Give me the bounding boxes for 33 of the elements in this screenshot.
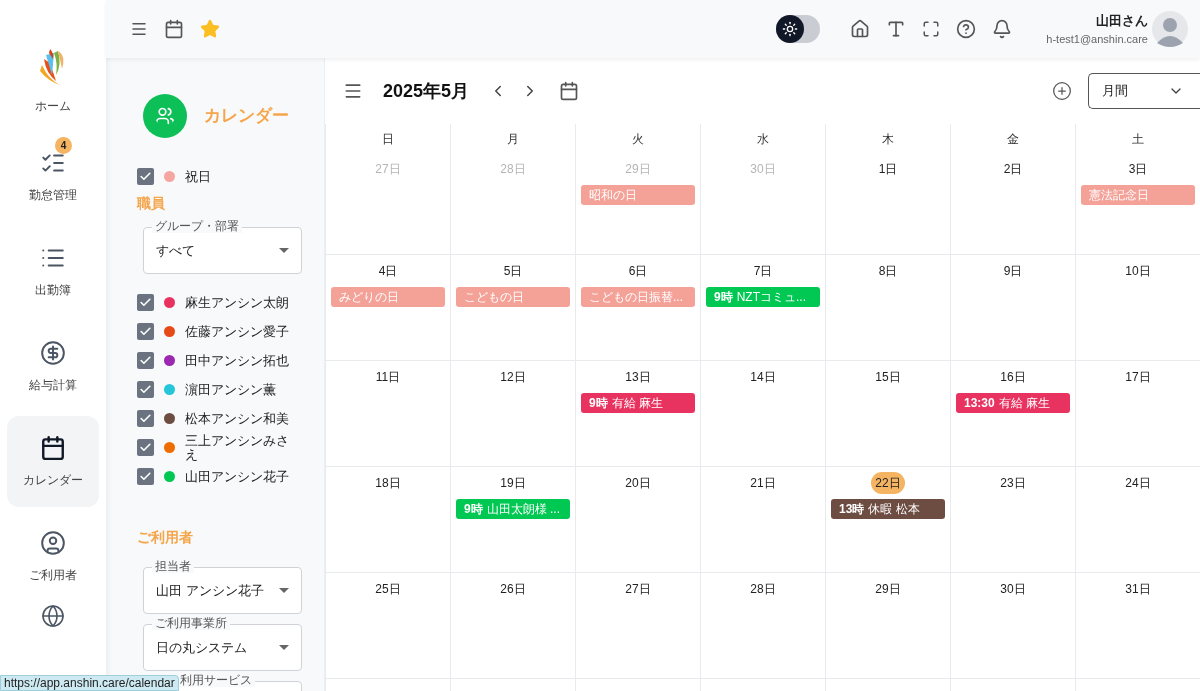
filter-label: 松本アンシン和美 [185,411,290,426]
nav-label: 出勤簿 [35,281,71,299]
weekday-label: 火 [632,130,644,148]
filter-label: 麻生アンシン太朗 [185,295,290,310]
nav-label: ホーム [35,97,71,115]
count-badge: 4 [55,137,72,154]
weekday-label: 金 [1007,130,1019,148]
weekday-label: 日 [382,130,394,148]
filter-label: 濵田アンシン薫 [185,382,277,397]
nav-label: ご利用者 [29,566,77,584]
month-title: 2025年5月 [383,79,470,103]
field-label: グループ・部署 [152,220,242,233]
field-label: 担当者 [152,560,194,573]
filter-label: 佐藤アンシン愛子 [185,324,290,339]
filter-label: 祝日 [185,169,212,184]
weekday-label: 土 [1132,130,1144,148]
weekday-label: 木 [882,130,894,148]
panel-title: カレンダー [204,105,289,128]
field-label: ご利用事業所 [152,617,230,630]
filter-label: 山田アンシン花子 [185,469,290,484]
nav-label: カレンダー [23,471,83,489]
filter-label: 三上アンシンみさえ [185,433,290,462]
nav-label: 給与計算 [29,376,77,394]
user-name: 山田さん [1096,12,1148,30]
field-label: 利用サービス [177,674,255,687]
weekday-label: 月 [507,130,519,148]
filter-label: 田中アンシン拓也 [185,353,290,368]
section-heading: 職員 [137,194,166,213]
section-heading: ご利用者 [137,528,194,547]
user-email: h-test1@anshin.care [1046,31,1148,47]
url-tooltip: https://app.anshin.care/calendar [0,675,179,691]
weekday-label: 水 [757,130,769,148]
nav-label: 勤怠管理 [29,186,77,204]
